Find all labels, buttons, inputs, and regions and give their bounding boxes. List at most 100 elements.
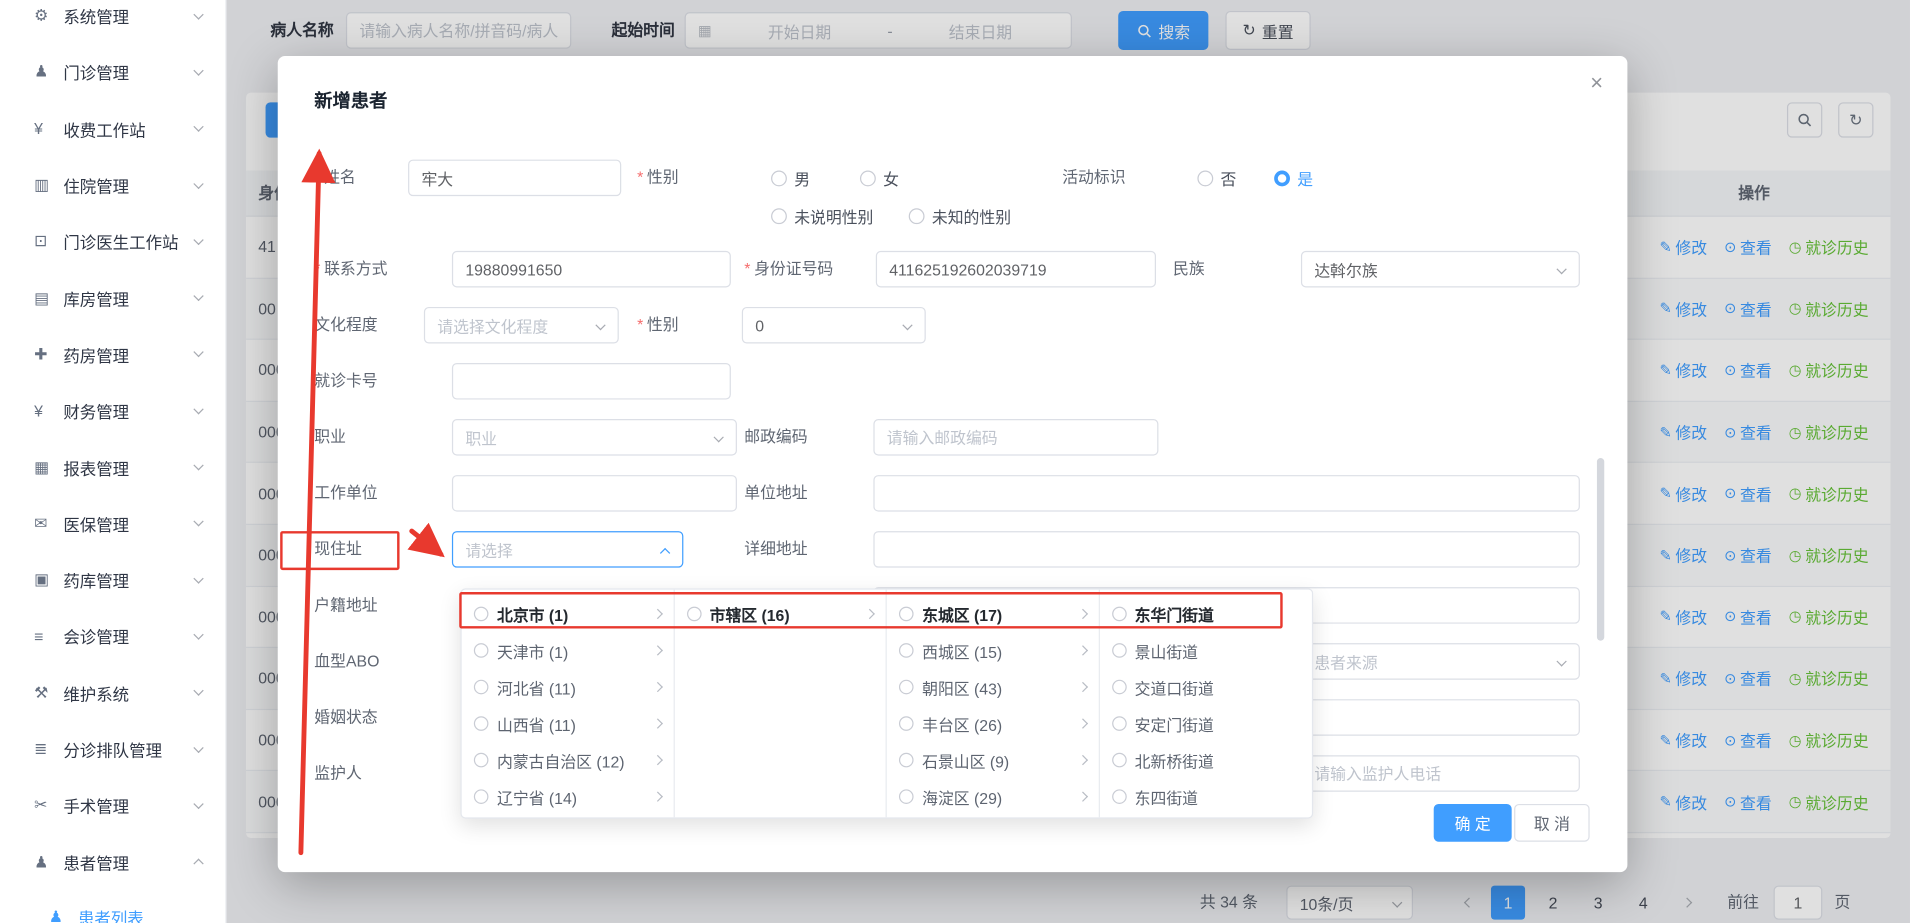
sidebar-item-triage-queue-management[interactable]: ≣ 分诊排队管理 <box>0 721 225 777</box>
active-flag-radio-no[interactable]: 否 <box>1197 160 1236 197</box>
chevron-down-icon <box>901 320 914 333</box>
patient-source-select[interactable]: 患者来源 <box>1301 643 1580 680</box>
modal-scrollbar[interactable] <box>1597 458 1604 641</box>
cascader-option[interactable]: 石景山区 (9) <box>887 742 1098 779</box>
cascader-option[interactable]: 东四街道 <box>1099 778 1312 815</box>
chevron-right-icon <box>654 792 664 802</box>
cascader-option[interactable]: 丰台区 (26) <box>887 705 1098 742</box>
chevron-down-icon <box>192 9 205 22</box>
outpatient-doctor-workstation-icon: ⊡ <box>34 232 63 251</box>
radio-icon <box>474 789 489 804</box>
sidebar-item-drug-storage-management[interactable]: ▣ 药库管理 <box>0 552 225 608</box>
patient-icon: ♟ <box>49 907 78 923</box>
radio-icon <box>909 208 925 224</box>
id-number-input[interactable] <box>876 251 1156 288</box>
name-label: *姓名 <box>314 160 356 197</box>
close-icon[interactable]: × <box>1590 71 1603 97</box>
gender-code-select[interactable]: 0 <box>742 307 926 344</box>
education-select[interactable]: 请选择文化程度 <box>424 307 619 344</box>
cascader-option[interactable]: 东城区 (17) <box>887 596 1098 633</box>
inpatient-management-icon: ▥ <box>34 175 63 194</box>
guardian-phone-input[interactable] <box>1301 755 1580 792</box>
report-management-icon: ▦ <box>34 457 63 476</box>
gender-radio-unknown[interactable]: 未知的性别 <box>909 197 1011 234</box>
cascader-option[interactable]: 内蒙古自治区 (12) <box>462 742 673 779</box>
cascader-option[interactable]: 交道口街道 <box>1099 669 1312 706</box>
chevron-right-icon <box>866 609 876 619</box>
work-unit-input[interactable] <box>452 475 737 512</box>
visit-card-label: 就诊卡号 <box>314 363 377 400</box>
postal-code-input[interactable] <box>873 419 1158 456</box>
unit-address-label: 单位地址 <box>744 475 807 512</box>
active-flag-radio-yes[interactable]: 是 <box>1274 160 1313 197</box>
sidebar-item-warehouse-management[interactable]: ▤ 库房管理 <box>0 270 225 326</box>
sidebar-item-insurance-management[interactable]: ✉ 医保管理 <box>0 495 225 551</box>
chevron-right-icon <box>1079 755 1089 765</box>
cascader-option[interactable]: 北京市 (1) <box>462 596 673 633</box>
cascader-panel: 北京市 (1) 天津市 (1) 河北省 (11) 山西省 (11) 内蒙古自治区… <box>460 588 1313 818</box>
patient-management-icon: ♟ <box>34 852 63 871</box>
sidebar-item-surgery-management[interactable]: ✂ 手术管理 <box>0 777 225 833</box>
visit-card-input[interactable] <box>452 363 731 400</box>
cascader-option[interactable]: 市辖区 (16) <box>674 596 885 633</box>
insurance-management-icon: ✉ <box>34 514 63 533</box>
gender-radio-female[interactable]: 女 <box>860 160 899 197</box>
active-flag-label: 活动标识 <box>1062 160 1125 197</box>
radio-icon <box>474 716 489 731</box>
radio-icon <box>1112 789 1127 804</box>
radio-icon <box>1197 170 1213 186</box>
cascader-option[interactable]: 东华门街道 <box>1099 596 1312 633</box>
cascader-option[interactable]: 安定门街道 <box>1099 705 1312 742</box>
sidebar-item-patient-list[interactable]: ♟ 患者列表 <box>0 890 225 923</box>
maintenance-system-icon: ⚒ <box>34 683 63 702</box>
cascader-column-1: 北京市 (1) 天津市 (1) 河北省 (11) 山西省 (11) 内蒙古自治区… <box>462 590 675 818</box>
sidebar-item-charging-workstation[interactable]: ¥ 收费工作站 <box>0 101 225 157</box>
app-canvas: 病人名称 起始时间 ▦ 开始日期 - 结束日期 搜索 ↻ 重置 ＋ ↻ 身份证号… <box>0 0 1910 923</box>
confirm-button[interactable]: 确 定 <box>1434 804 1512 842</box>
chevron-down-icon <box>594 320 607 333</box>
cascader-option[interactable]: 景山街道 <box>1099 632 1312 669</box>
sidebar-item-finance-management[interactable]: ¥ 财务管理 <box>0 383 225 439</box>
occupation-select[interactable]: 职业 <box>452 419 737 456</box>
radio-icon <box>686 607 701 622</box>
cascader-option[interactable]: 海淀区 (29) <box>887 778 1098 815</box>
marital-status-input[interactable] <box>1301 699 1580 736</box>
sidebar-item-patient-management[interactable]: ♟ 患者管理 <box>0 834 225 890</box>
current-address-select[interactable]: 请选择 <box>452 531 683 568</box>
gender-radio-male[interactable]: 男 <box>771 160 810 197</box>
contact-input[interactable] <box>452 251 731 288</box>
sidebar-item-label: 患者列表 <box>78 905 225 923</box>
radio-icon <box>899 789 914 804</box>
cascader-option[interactable]: 朝阳区 (43) <box>887 669 1098 706</box>
radio-icon <box>899 680 914 695</box>
name-input[interactable] <box>408 160 621 197</box>
detail-address-input[interactable] <box>873 531 1580 568</box>
chevron-down-icon <box>713 432 726 445</box>
sidebar-item-system-management[interactable]: ⚙ 系统管理 <box>0 0 225 44</box>
radio-icon <box>1112 607 1127 622</box>
surgery-management-icon: ✂ <box>34 796 63 815</box>
sidebar-item-outpatient-management[interactable]: ♟ 门诊管理 <box>0 44 225 100</box>
sidebar-item-maintenance-system[interactable]: ⚒ 维护系统 <box>0 665 225 721</box>
cancel-button[interactable]: 取 消 <box>1514 804 1590 842</box>
cascader-option[interactable]: 天津市 (1) <box>462 632 673 669</box>
sidebar-item-outpatient-doctor-workstation[interactable]: ⊡ 门诊医生工作站 <box>0 213 225 269</box>
sidebar-item-consultation-management[interactable]: ≡ 会诊管理 <box>0 608 225 664</box>
gender-radio-unstated[interactable]: 未说明性别 <box>771 197 873 234</box>
chevron-down-icon <box>192 122 205 135</box>
marital-status-label: 婚姻状态 <box>314 699 377 736</box>
radio-icon <box>899 607 914 622</box>
ethnicity-select[interactable]: 达斡尔族 <box>1301 251 1580 288</box>
cascader-option[interactable]: 河北省 (11) <box>462 669 673 706</box>
chevron-right-icon <box>654 682 664 692</box>
chevron-right-icon <box>1079 719 1089 729</box>
unit-address-input[interactable] <box>873 475 1580 512</box>
cascader-option[interactable]: 山西省 (11) <box>462 705 673 742</box>
cascader-option[interactable]: 辽宁省 (14) <box>462 778 673 815</box>
outpatient-management-icon: ♟ <box>34 63 63 82</box>
sidebar-item-report-management[interactable]: ▦ 报表管理 <box>0 439 225 495</box>
sidebar-item-inpatient-management[interactable]: ▥ 住院管理 <box>0 157 225 213</box>
cascader-option[interactable]: 西城区 (15) <box>887 632 1098 669</box>
cascader-option[interactable]: 北新桥街道 <box>1099 742 1312 779</box>
sidebar-item-pharmacy-management[interactable]: ✚ 药房管理 <box>0 326 225 382</box>
